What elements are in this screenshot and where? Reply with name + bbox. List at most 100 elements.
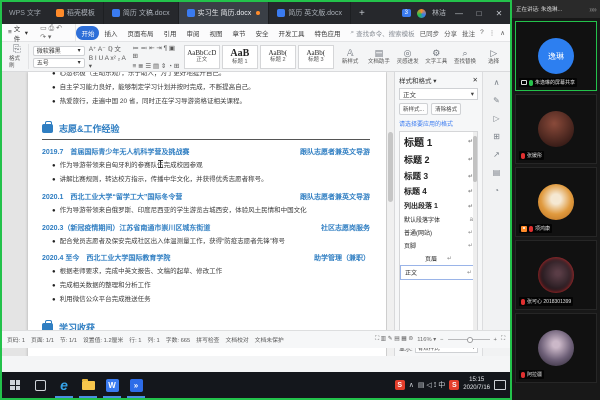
style-item-footer[interactable]: 页脚↵ xyxy=(400,239,477,252)
action-center-icon[interactable] xyxy=(494,380,506,390)
more-icon[interactable]: ⋮ xyxy=(489,29,496,37)
tab-view[interactable]: 视图 xyxy=(204,26,227,40)
participant-tile[interactable]: 张可心 2018301399 xyxy=(515,240,597,310)
close-icon[interactable]: ✕ xyxy=(473,76,478,84)
tab-references[interactable]: 引用 xyxy=(158,26,181,40)
tab-page-layout[interactable]: 页面布局 xyxy=(122,26,158,40)
app-menu[interactable]: WPS 文字 xyxy=(2,8,48,18)
zoom-out-button[interactable]: − xyxy=(440,337,443,343)
command-search-input[interactable]: ⌕ 查找命令、搜索模板 xyxy=(345,28,419,38)
style-item-normal-web[interactable]: 普通(网站)↵ xyxy=(400,226,477,239)
tab-security[interactable]: 安全 xyxy=(250,26,273,40)
taskbar-meeting[interactable]: » xyxy=(124,372,148,398)
doc-assistant-button[interactable]: ▤ 文档助手 xyxy=(367,48,392,65)
start-button[interactable] xyxy=(2,372,28,398)
clear-format-button[interactable]: 清除格式 xyxy=(431,103,461,115)
document-area[interactable]: ●心态积极（主动乐观），乐于助人；为了更好地提升自己。 ●自主学习能力良好，能够… xyxy=(2,72,394,356)
tray-icons[interactable]: ▤ ◁ ⟟ 中 xyxy=(418,380,445,390)
tray-expand-icon[interactable]: ∧ xyxy=(409,381,414,389)
font-size-select[interactable]: 五号 ▾ xyxy=(33,58,85,68)
inspiration-button[interactable]: ◎ 灵感迸发 xyxy=(395,48,420,65)
tab-templates[interactable]: 稻壳模板 xyxy=(48,2,104,24)
font-tools-row2[interactable]: B I U A x² ₂ A ▾ xyxy=(89,55,129,70)
style-heading3[interactable]: AaBb( 标题 3 xyxy=(298,45,334,69)
style-item-list-paragraph[interactable]: 列出段落 1↵ xyxy=(400,199,477,213)
card-icon[interactable]: ⊞ xyxy=(493,132,500,141)
styles-pane-title[interactable]: 样式和格式 ▾ xyxy=(399,75,437,85)
taskbar-clock[interactable]: 15:15 2020/7/16 xyxy=(463,377,490,393)
zoom-slider-knob[interactable] xyxy=(467,337,473,343)
participant-tile[interactable]: 项鸿康 xyxy=(515,167,597,237)
close-button[interactable]: ✕ xyxy=(492,9,506,18)
style-item-header[interactable]: 页眉↵ xyxy=(400,252,477,265)
notes-icon[interactable]: ▤ xyxy=(493,168,501,177)
tab-doc-3[interactable]: 简历 英文版.docx xyxy=(269,2,351,24)
find-replace-button[interactable]: ⌕ 查找替换 xyxy=(453,48,478,65)
participant-tile[interactable]: 张媛彤 xyxy=(515,94,597,164)
text-tools-button[interactable]: ⚙ 文字工具 xyxy=(424,48,449,65)
font-tools-row1[interactable]: A⁺ A⁻ ℚ 文 xyxy=(89,43,129,53)
fit-page-button[interactable]: ⛶ xyxy=(501,336,505,343)
taskbar-explorer[interactable] xyxy=(76,372,100,398)
paragraph-tools-row1[interactable]: ≔ ≕ ⇤ ⇥ ¶ ▣ ⊞ xyxy=(133,44,180,60)
tab-count-badge[interactable]: 3 xyxy=(402,9,411,17)
tab-review[interactable]: 审阅 xyxy=(181,26,204,40)
share-button[interactable]: 分享 xyxy=(444,28,457,38)
taskbar-wps[interactable]: W xyxy=(100,372,124,398)
tab-special-apps[interactable]: 特色应用 xyxy=(309,26,345,40)
style-item-heading3[interactable]: 标题 3↵ xyxy=(400,168,477,184)
document-page[interactable]: ●心态积极（主动乐观），乐于助人；为了更好地提升自己。 ●自主学习能力良好，能够… xyxy=(28,72,386,356)
view-mode-icons[interactable]: ⛶ ▥ ✎ ▤ ▦ ⊜ xyxy=(375,336,413,343)
sogou-icon[interactable]: S xyxy=(395,380,405,390)
user-name[interactable]: 林洁 xyxy=(432,8,446,18)
minimize-button[interactable]: — xyxy=(452,9,466,18)
comment-button[interactable]: 批注 xyxy=(462,28,475,38)
word-count[interactable]: 字数: 665 xyxy=(166,335,191,344)
style-heading1[interactable]: AaB 标题 1 xyxy=(222,45,258,69)
spell-check-button[interactable]: 拼写检查 xyxy=(196,335,219,344)
tab-doc-2-active[interactable]: 实习生 简历.docx xyxy=(179,2,270,24)
zoom-in-button[interactable]: + xyxy=(494,337,497,343)
tab-section[interactable]: 章节 xyxy=(227,26,250,40)
file-menu-button[interactable]: ≡ 文件 ▾ xyxy=(2,23,34,43)
select-button[interactable]: ▷ 选择 xyxy=(481,48,506,65)
tab-home[interactable]: 开始 xyxy=(76,26,99,40)
synced-status[interactable]: 已同步 xyxy=(420,28,440,38)
new-style-button[interactable]: 𝔸 新样式 xyxy=(338,48,363,65)
paragraph-tools-row2[interactable]: ≡ ≣ ☰ ▤ ⇕ ◔ ⊞ xyxy=(133,62,180,70)
phone-icon[interactable]: ◔ xyxy=(494,186,499,195)
font-name-select[interactable]: 微软雅黑 ▾ xyxy=(33,46,85,56)
style-heading2[interactable]: AaBb( 标题 2 xyxy=(260,45,296,69)
new-style-button[interactable]: 新样式... xyxy=(399,103,428,115)
zoom-slider[interactable] xyxy=(448,339,490,340)
style-normal[interactable]: AaBbCcD 正文 xyxy=(184,45,220,69)
style-item-heading1[interactable]: 标题 1↵ xyxy=(400,132,477,151)
styles-scrollbar[interactable] xyxy=(473,132,477,339)
new-tab-button[interactable]: + xyxy=(351,8,373,19)
cursor-icon[interactable]: ▷ xyxy=(493,114,499,123)
collapse-pane-icon[interactable]: ∧ xyxy=(494,78,500,87)
quick-access-toolbar[interactable]: ▭ ⎙ ↶ ↷ ▾ xyxy=(34,24,76,41)
pen-icon[interactable]: ✎ xyxy=(493,96,500,105)
tab-doc-1[interactable]: 简历 文稿.docx xyxy=(104,2,179,24)
style-item-heading2[interactable]: 标题 2↵ xyxy=(400,151,477,168)
collapse-ribbon-icon[interactable]: ∧ xyxy=(500,29,505,37)
current-style-select[interactable]: 正文 ▾ xyxy=(399,88,478,100)
share-panel-icon[interactable]: ↗ xyxy=(493,150,500,159)
zoom-level[interactable]: 116% ▾ xyxy=(417,337,436,343)
taskbar-edge[interactable]: e xyxy=(52,372,76,398)
participant-tile[interactable]: 阿拉疆 xyxy=(515,313,597,383)
sync-icon[interactable] xyxy=(417,9,426,18)
format-painter-button[interactable]: ⎘ 格式刷 xyxy=(6,44,29,69)
maximize-button[interactable]: □ xyxy=(472,9,486,18)
document-scrollbar[interactable] xyxy=(387,72,394,356)
style-item-body-selected[interactable]: 正文↵ xyxy=(400,265,477,280)
participant-tile-screen-share[interactable]: 逸琳 朱逸琳的屏幕共享 xyxy=(515,21,597,91)
proofread-button[interactable]: 文档校对 xyxy=(225,335,248,344)
help-icon[interactable]: ? xyxy=(480,29,484,36)
sogou-icon[interactable]: S xyxy=(449,380,459,390)
scrollbar-thumb[interactable] xyxy=(473,136,477,182)
task-view-button[interactable] xyxy=(28,372,52,398)
style-item-heading4[interactable]: 标题 4↵ xyxy=(400,184,477,199)
style-item-default-font[interactable]: 默认段落字体a xyxy=(400,213,477,226)
